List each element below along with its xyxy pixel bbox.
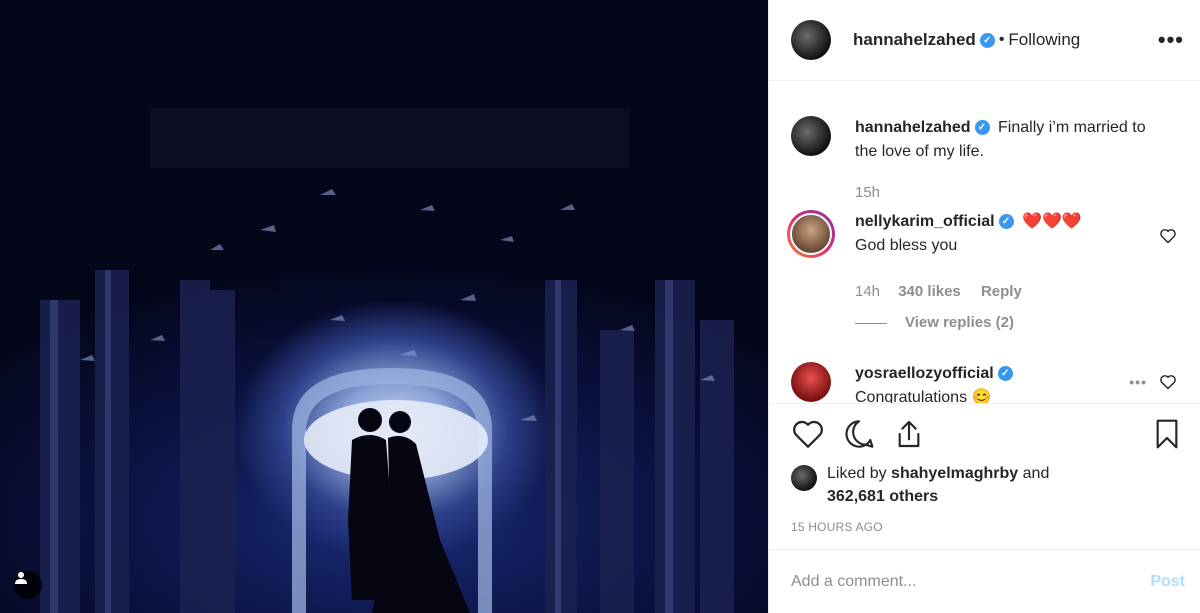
comment-username[interactable]: nellykarim_official	[855, 213, 995, 230]
caption-username[interactable]: hannahelzahed	[855, 119, 971, 136]
comment-row: nellykarim_official ✓ ❤️❤️❤️ God bless yo…	[787, 210, 1179, 258]
caption-time[interactable]: 15h	[855, 184, 880, 201]
verified-badge-icon: ✓	[997, 366, 1013, 382]
like-heart-icon[interactable]	[791, 418, 825, 450]
post-photo[interactable]	[0, 0, 768, 613]
liker-avatar[interactable]	[791, 465, 817, 491]
post-sidebar: hannahelzahed ✓ • Following ••• hannahel…	[768, 0, 1200, 613]
liked-by-prefix: Liked by	[827, 465, 887, 482]
verified-badge-icon: ✓	[979, 32, 995, 48]
reply-button[interactable]: Reply	[981, 283, 1022, 300]
bookmark-icon[interactable]	[1152, 418, 1182, 450]
caption-row: hannahelzahed ✓ Finally i’m married to th…	[791, 116, 1179, 164]
commenter-avatar[interactable]	[787, 210, 835, 258]
comment-meta: 14h 340 likes Reply	[855, 283, 1022, 300]
view-replies[interactable]: View replies (2)	[855, 314, 1014, 331]
post-button[interactable]: Post	[1150, 573, 1185, 591]
author-username[interactable]: hannahelzahed	[853, 30, 976, 50]
likes-summary: Liked by shahyelmaghrby and 362,681 othe…	[791, 462, 1049, 508]
comments-list[interactable]: hannahelzahed ✓ Finally i’m married to th…	[769, 82, 1200, 404]
wedding-photo-illustration	[40, 108, 734, 613]
caption-avatar[interactable]	[791, 116, 831, 156]
author-avatar[interactable]	[791, 20, 831, 60]
commenter-avatar[interactable]	[791, 362, 831, 402]
comment-input[interactable]	[791, 572, 1151, 591]
replies-line	[855, 322, 887, 324]
comment-time[interactable]: 14h	[855, 283, 880, 300]
user-tag-icon[interactable]	[14, 571, 42, 599]
action-bar	[791, 418, 1182, 454]
add-comment-bar: Post	[769, 549, 1200, 613]
comment-text: Congratulations 😊	[855, 389, 992, 404]
comment-icon[interactable]	[843, 418, 875, 450]
view-replies-label[interactable]: View replies (2)	[905, 314, 1014, 331]
comment-like-heart-icon[interactable]	[1159, 374, 1177, 390]
comment-row: yosraellozyofficial ✓ Congratulations 😊	[791, 362, 1179, 404]
post-timestamp[interactable]: 15 HOURS AGO	[791, 520, 883, 534]
liked-by-conj: and	[1022, 465, 1050, 482]
comment-text: God bless you	[855, 237, 958, 254]
comment-username[interactable]: yosraellozyofficial	[855, 365, 994, 382]
comment-like-heart-icon[interactable]	[1159, 228, 1177, 244]
post-header: hannahelzahed ✓ • Following •••	[769, 0, 1200, 81]
comment-more-icon[interactable]: •••	[1129, 374, 1147, 390]
following-button[interactable]: Following	[1008, 30, 1080, 50]
verified-badge-icon: ✓	[974, 120, 990, 136]
comment-likes[interactable]: 340 likes	[898, 283, 961, 300]
separator-dot: •	[998, 31, 1005, 48]
more-options-icon[interactable]: •••	[1158, 29, 1184, 51]
verified-badge-icon: ✓	[998, 214, 1014, 230]
likes-count[interactable]: 362,681 others	[827, 488, 938, 505]
share-icon[interactable]	[893, 418, 925, 450]
liker-username[interactable]: shahyelmaghrby	[891, 465, 1018, 482]
comment-emoji: ❤️❤️❤️	[1022, 213, 1082, 230]
